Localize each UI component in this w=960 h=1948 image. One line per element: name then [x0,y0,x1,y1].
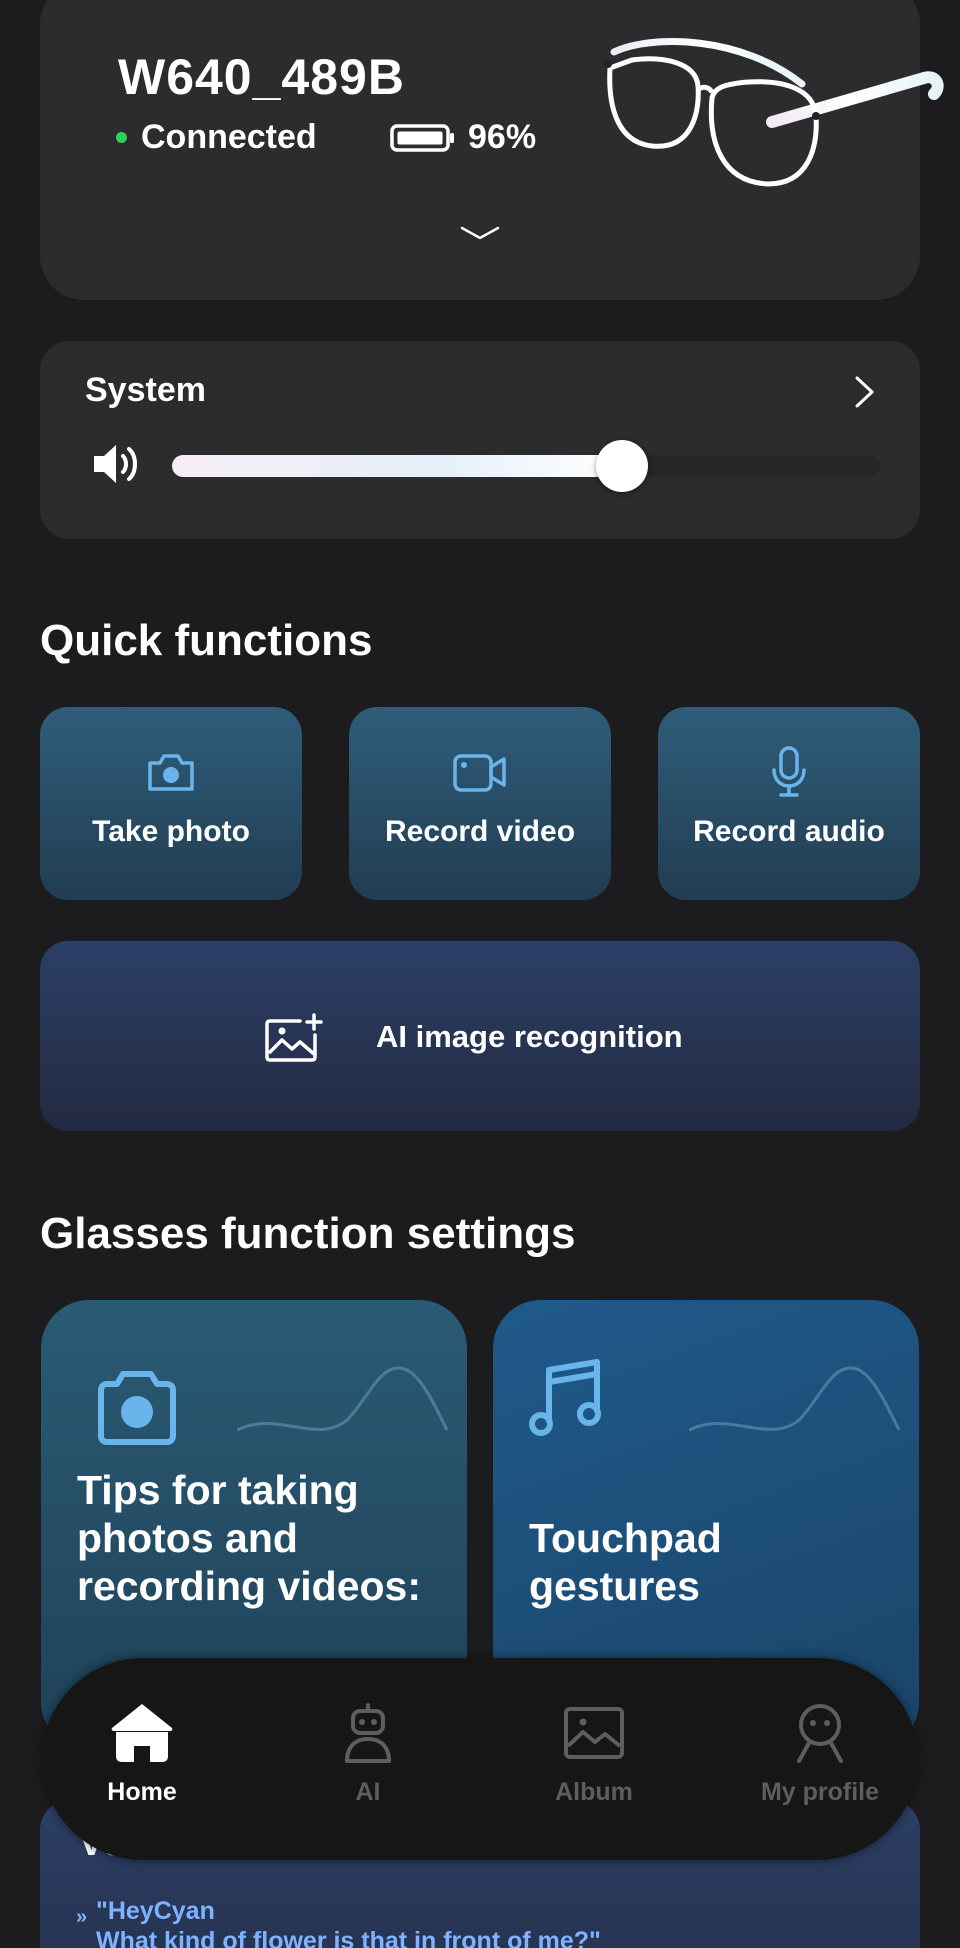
status-dot [116,132,127,143]
record-audio-label: Record audio [693,815,885,848]
quick-functions-title: Quick functions [40,616,373,665]
home-icon [111,1704,173,1762]
device-name: W640_489B [118,49,405,105]
microphone-icon [772,746,806,797]
volume-slider[interactable] [172,440,880,492]
bottom-navigation: Home AI Album My profile [42,1658,918,1860]
take-photo-button[interactable]: Take photo [40,707,302,900]
connection-status-text: Connected [141,118,317,156]
connection-status: Connected [116,118,317,157]
glasses-settings-title: Glasses function settings [40,1209,576,1258]
voice-example-line-1: "HeyCyan [96,1897,215,1925]
camera-icon [98,1371,176,1445]
nav-item-ai[interactable]: AI [288,1700,448,1807]
voice-assistant-example: "HeyCyan What kind of flower is that in … [96,1896,601,1948]
device-card[interactable]: W640_489B Connected 96% [40,0,944,300]
camera-icon [148,754,194,791]
expand-chevron-icon[interactable] [460,224,500,244]
ai-image-recognition-label: AI image recognition [376,1019,683,1054]
nav-item-album[interactable]: Album [514,1700,674,1807]
glasses-image [604,38,944,187]
photo-video-tips-title: Tips for taking photos and recording vid… [77,1467,422,1609]
nav-item-my-profile[interactable]: My profile [740,1700,900,1807]
volume-slider-thumb[interactable] [596,440,648,492]
music-note-icon [529,1359,601,1436]
nav-label-home: Home [107,1778,177,1806]
battery-percentage: 96% [468,118,537,156]
profile-icon [797,1704,843,1763]
volume-slider-fill [172,455,622,477]
battery-icon [390,123,454,152]
speaker-icon[interactable] [92,441,144,487]
system-card[interactable]: System [40,341,920,539]
image-icon [564,1707,624,1759]
record-audio-button[interactable]: Record audio [658,707,920,900]
battery-status: 96% [390,118,536,157]
ai-image-recognition-button[interactable]: AI image recognition [40,941,920,1131]
voice-example-line-2: What kind of flower is that in front of … [96,1927,601,1948]
nav-item-home[interactable]: Home [62,1700,222,1807]
nav-label-ai: AI [355,1778,381,1806]
take-photo-label: Take photo [92,815,250,848]
chevron-right-icon[interactable] [854,375,876,409]
record-video-button[interactable]: Record video [349,707,611,900]
touchpad-gestures-title: Touchpad gestures [529,1515,722,1609]
wave-decoration [689,1366,901,1432]
wave-decoration [237,1366,449,1432]
quote-icon: » [76,1906,88,1928]
video-camera-icon [453,754,506,792]
system-title: System [85,371,206,409]
robot-icon [345,1703,391,1763]
nav-label-album: Album [555,1778,633,1806]
add-image-icon [265,1013,323,1062]
record-video-label: Record video [384,815,576,848]
nav-label-my-profile: My profile [760,1778,880,1806]
